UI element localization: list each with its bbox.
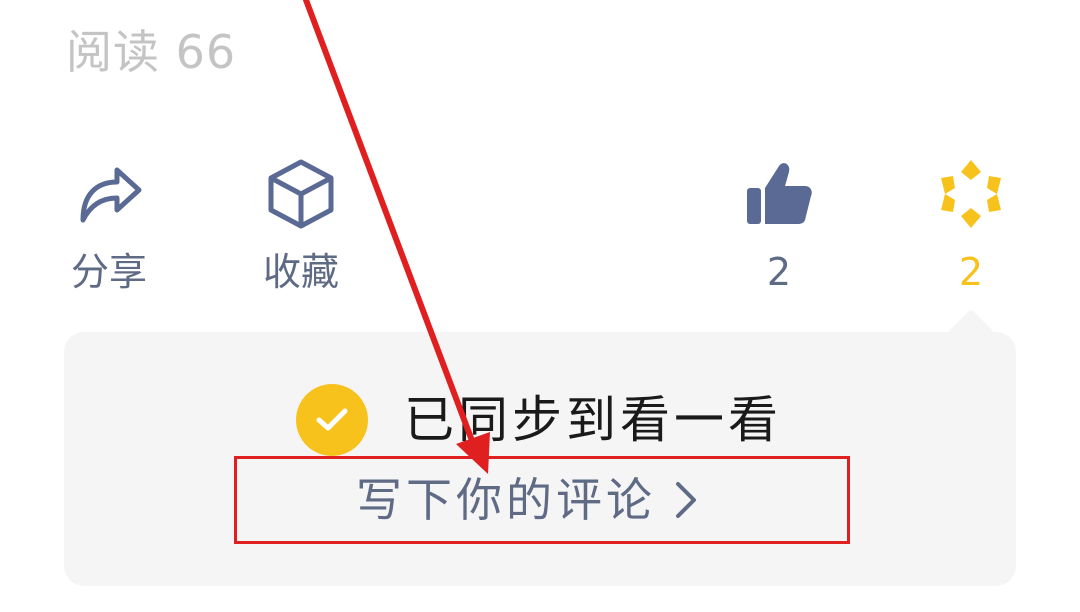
- synced-text: 已同步到看一看: [404, 391, 782, 449]
- like-count: 2: [766, 250, 792, 294]
- share-arrow-icon: [80, 167, 142, 223]
- star-flower-icon: [941, 160, 1001, 228]
- like-button[interactable]: 2: [714, 158, 844, 296]
- share-button[interactable]: 分享: [44, 158, 174, 296]
- wow-button[interactable]: 2: [906, 158, 1036, 296]
- wow-count: 2: [958, 250, 984, 294]
- read-count: 阅读 66: [66, 25, 237, 79]
- cube-icon: [268, 159, 334, 229]
- favorite-button[interactable]: 收藏: [236, 158, 366, 296]
- thumbs-up-icon: [747, 163, 812, 224]
- annotation-highlight-box: [234, 456, 850, 544]
- share-label: 分享: [70, 250, 147, 294]
- check-icon: [316, 408, 348, 431]
- favorite-label: 收藏: [262, 250, 339, 294]
- synced-status: 已同步到看一看: [296, 384, 782, 456]
- check-circle-icon: [296, 384, 368, 456]
